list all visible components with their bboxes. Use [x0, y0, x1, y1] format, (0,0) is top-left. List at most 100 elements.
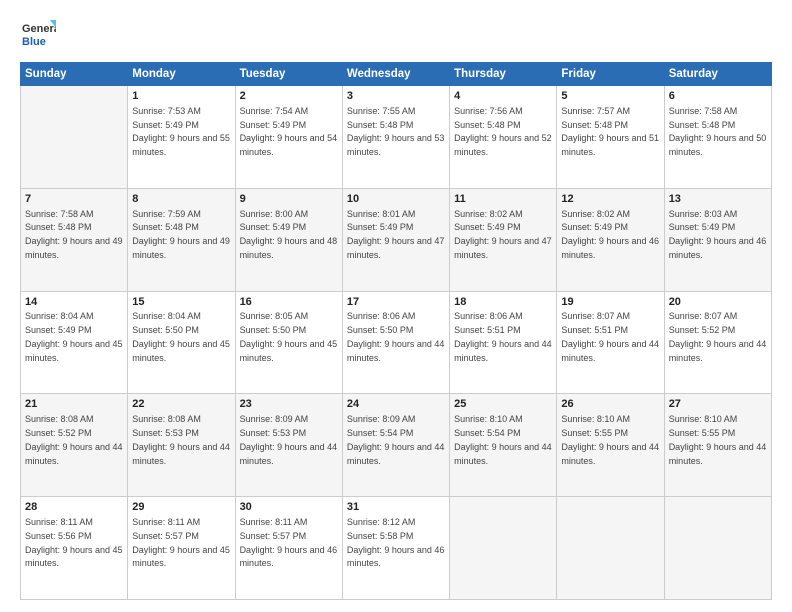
svg-text:General: General: [22, 23, 56, 35]
weekday-header: Tuesday: [235, 63, 342, 86]
calendar-cell: 10Sunrise: 8:01 AMSunset: 5:49 PMDayligh…: [342, 188, 449, 291]
calendar-cell: 9Sunrise: 8:00 AMSunset: 5:49 PMDaylight…: [235, 188, 342, 291]
day-number: 24: [347, 397, 445, 412]
calendar-week-row: 14Sunrise: 8:04 AMSunset: 5:49 PMDayligh…: [21, 291, 772, 394]
calendar-cell: [21, 86, 128, 189]
day-number: 13: [669, 192, 767, 207]
calendar-cell: 5Sunrise: 7:57 AMSunset: 5:48 PMDaylight…: [557, 86, 664, 189]
calendar-cell: [557, 497, 664, 600]
day-number: 17: [347, 295, 445, 310]
weekday-header: Saturday: [664, 63, 771, 86]
calendar-cell: 8 Sunrise: 7:59 AMSunset: 5:48 PMDaylight…: [128, 188, 235, 291]
day-number: 7: [25, 192, 123, 207]
day-number: 23: [240, 397, 338, 412]
calendar-cell: 3 Sunrise: 7:55 AMSunset: 5:48 PMDaylight…: [342, 86, 449, 189]
day-info: Sunrise: 8:10 AMSunset: 5:55 PMDaylight:…: [669, 414, 767, 465]
day-number: 15: [132, 295, 230, 310]
day-info: Sunrise: 8:08 AMSunset: 5:53 PMDaylight:…: [132, 414, 230, 465]
day-info: Sunrise: 8:11 AMSunset: 5:57 PMDaylight:…: [132, 517, 230, 568]
day-number: 1: [132, 89, 230, 104]
day-number: 4: [454, 89, 552, 104]
day-info: Sunrise: 8:02 AMSunset: 5:49 PMDaylight:…: [561, 209, 659, 260]
day-number: 27: [669, 397, 767, 412]
day-number: 20: [669, 295, 767, 310]
day-number: 3: [347, 89, 445, 104]
calendar-cell: [664, 497, 771, 600]
day-info: Sunrise: 7:55 AMSunset: 5:48 PMDaylight:…: [347, 106, 445, 157]
day-number: 9: [240, 192, 338, 207]
day-info: Sunrise: 7:59 AMSunset: 5:48 PMDaylight:…: [132, 209, 230, 260]
day-info: Sunrise: 8:10 AMSunset: 5:55 PMDaylight:…: [561, 414, 659, 465]
calendar-cell: 4 Sunrise: 7:56 AMSunset: 5:48 PMDaylight…: [450, 86, 557, 189]
day-number: 8: [132, 192, 230, 207]
day-number: 16: [240, 295, 338, 310]
day-info: Sunrise: 8:07 AMSunset: 5:52 PMDaylight:…: [669, 311, 767, 362]
calendar-cell: [450, 497, 557, 600]
calendar-cell: 16Sunrise: 8:05 AMSunset: 5:50 PMDayligh…: [235, 291, 342, 394]
day-info: Sunrise: 8:09 AMSunset: 5:53 PMDaylight:…: [240, 414, 338, 465]
calendar-cell: 11Sunrise: 8:02 AMSunset: 5:49 PMDayligh…: [450, 188, 557, 291]
calendar-cell: 24 Sunrise: 8:09 AMSunset: 5:54 PMDayligh…: [342, 394, 449, 497]
svg-text:Blue: Blue: [22, 36, 46, 48]
calendar-week-row: 1 Sunrise: 7:53 AMSunset: 5:49 PMDaylight…: [21, 86, 772, 189]
calendar-cell: 13 Sunrise: 8:03 AMSunset: 5:49 PMDayligh…: [664, 188, 771, 291]
weekday-header: Friday: [557, 63, 664, 86]
day-number: 31: [347, 500, 445, 515]
day-number: 30: [240, 500, 338, 515]
day-info: Sunrise: 8:10 AMSunset: 5:54 PMDaylight:…: [454, 414, 552, 465]
day-number: 25: [454, 397, 552, 412]
calendar-cell: 25 Sunrise: 8:10 AMSunset: 5:54 PMDayligh…: [450, 394, 557, 497]
calendar-cell: 23 Sunrise: 8:09 AMSunset: 5:53 PMDayligh…: [235, 394, 342, 497]
calendar-cell: 2Sunrise: 7:54 AMSunset: 5:49 PMDaylight…: [235, 86, 342, 189]
calendar-cell: 7Sunrise: 7:58 AMSunset: 5:48 PMDaylight…: [21, 188, 128, 291]
calendar-week-row: 28 Sunrise: 8:11 AMSunset: 5:56 PMDayligh…: [21, 497, 772, 600]
day-number: 14: [25, 295, 123, 310]
calendar-cell: 17Sunrise: 8:06 AMSunset: 5:50 PMDayligh…: [342, 291, 449, 394]
day-info: Sunrise: 7:58 AMSunset: 5:48 PMDaylight:…: [669, 106, 767, 157]
logo: General Blue: [20, 18, 56, 54]
day-number: 21: [25, 397, 123, 412]
page: General Blue SundayMondayTuesdayWednesda…: [0, 0, 792, 612]
day-number: 28: [25, 500, 123, 515]
day-info: Sunrise: 8:01 AMSunset: 5:49 PMDaylight:…: [347, 209, 445, 260]
calendar-cell: 22 Sunrise: 8:08 AMSunset: 5:53 PMDayligh…: [128, 394, 235, 497]
day-number: 6: [669, 89, 767, 104]
calendar-cell: 28 Sunrise: 8:11 AMSunset: 5:56 PMDayligh…: [21, 497, 128, 600]
calendar-cell: 6 Sunrise: 7:58 AMSunset: 5:48 PMDaylight…: [664, 86, 771, 189]
calendar-cell: 14Sunrise: 8:04 AMSunset: 5:49 PMDayligh…: [21, 291, 128, 394]
day-info: Sunrise: 8:09 AMSunset: 5:54 PMDaylight:…: [347, 414, 445, 465]
calendar-table: SundayMondayTuesdayWednesdayThursdayFrid…: [20, 62, 772, 600]
day-info: Sunrise: 8:08 AMSunset: 5:52 PMDaylight:…: [25, 414, 123, 465]
day-info: Sunrise: 8:05 AMSunset: 5:50 PMDaylight:…: [240, 311, 338, 362]
day-info: Sunrise: 8:07 AMSunset: 5:51 PMDaylight:…: [561, 311, 659, 362]
weekday-header: Thursday: [450, 63, 557, 86]
weekday-header: Wednesday: [342, 63, 449, 86]
day-number: 26: [561, 397, 659, 412]
calendar-week-row: 21 Sunrise: 8:08 AMSunset: 5:52 PMDayligh…: [21, 394, 772, 497]
day-info: Sunrise: 8:03 AMSunset: 5:49 PMDaylight:…: [669, 209, 767, 260]
calendar-cell: 18Sunrise: 8:06 AMSunset: 5:51 PMDayligh…: [450, 291, 557, 394]
day-info: Sunrise: 8:06 AMSunset: 5:51 PMDaylight:…: [454, 311, 552, 362]
day-number: 18: [454, 295, 552, 310]
day-number: 19: [561, 295, 659, 310]
calendar-cell: 30 Sunrise: 8:11 AMSunset: 5:57 PMDayligh…: [235, 497, 342, 600]
day-info: Sunrise: 7:56 AMSunset: 5:48 PMDaylight:…: [454, 106, 552, 157]
day-number: 5: [561, 89, 659, 104]
weekday-header: Monday: [128, 63, 235, 86]
day-info: Sunrise: 8:11 AMSunset: 5:57 PMDaylight:…: [240, 517, 338, 568]
calendar-cell: 20Sunrise: 8:07 AMSunset: 5:52 PMDayligh…: [664, 291, 771, 394]
calendar-cell: 1 Sunrise: 7:53 AMSunset: 5:49 PMDaylight…: [128, 86, 235, 189]
weekday-header: Sunday: [21, 63, 128, 86]
day-info: Sunrise: 8:11 AMSunset: 5:56 PMDaylight:…: [25, 517, 123, 568]
day-info: Sunrise: 8:06 AMSunset: 5:50 PMDaylight:…: [347, 311, 445, 362]
calendar-cell: 31 Sunrise: 8:12 AMSunset: 5:58 PMDayligh…: [342, 497, 449, 600]
day-number: 12: [561, 192, 659, 207]
calendar-week-row: 7Sunrise: 7:58 AMSunset: 5:48 PMDaylight…: [21, 188, 772, 291]
day-info: Sunrise: 8:12 AMSunset: 5:58 PMDaylight:…: [347, 517, 445, 568]
day-info: Sunrise: 7:53 AMSunset: 5:49 PMDaylight:…: [132, 106, 230, 157]
day-number: 11: [454, 192, 552, 207]
day-info: Sunrise: 8:04 AMSunset: 5:49 PMDaylight:…: [25, 311, 123, 362]
calendar-cell: 19Sunrise: 8:07 AMSunset: 5:51 PMDayligh…: [557, 291, 664, 394]
calendar-cell: 27 Sunrise: 8:10 AMSunset: 5:55 PMDayligh…: [664, 394, 771, 497]
day-number: 22: [132, 397, 230, 412]
